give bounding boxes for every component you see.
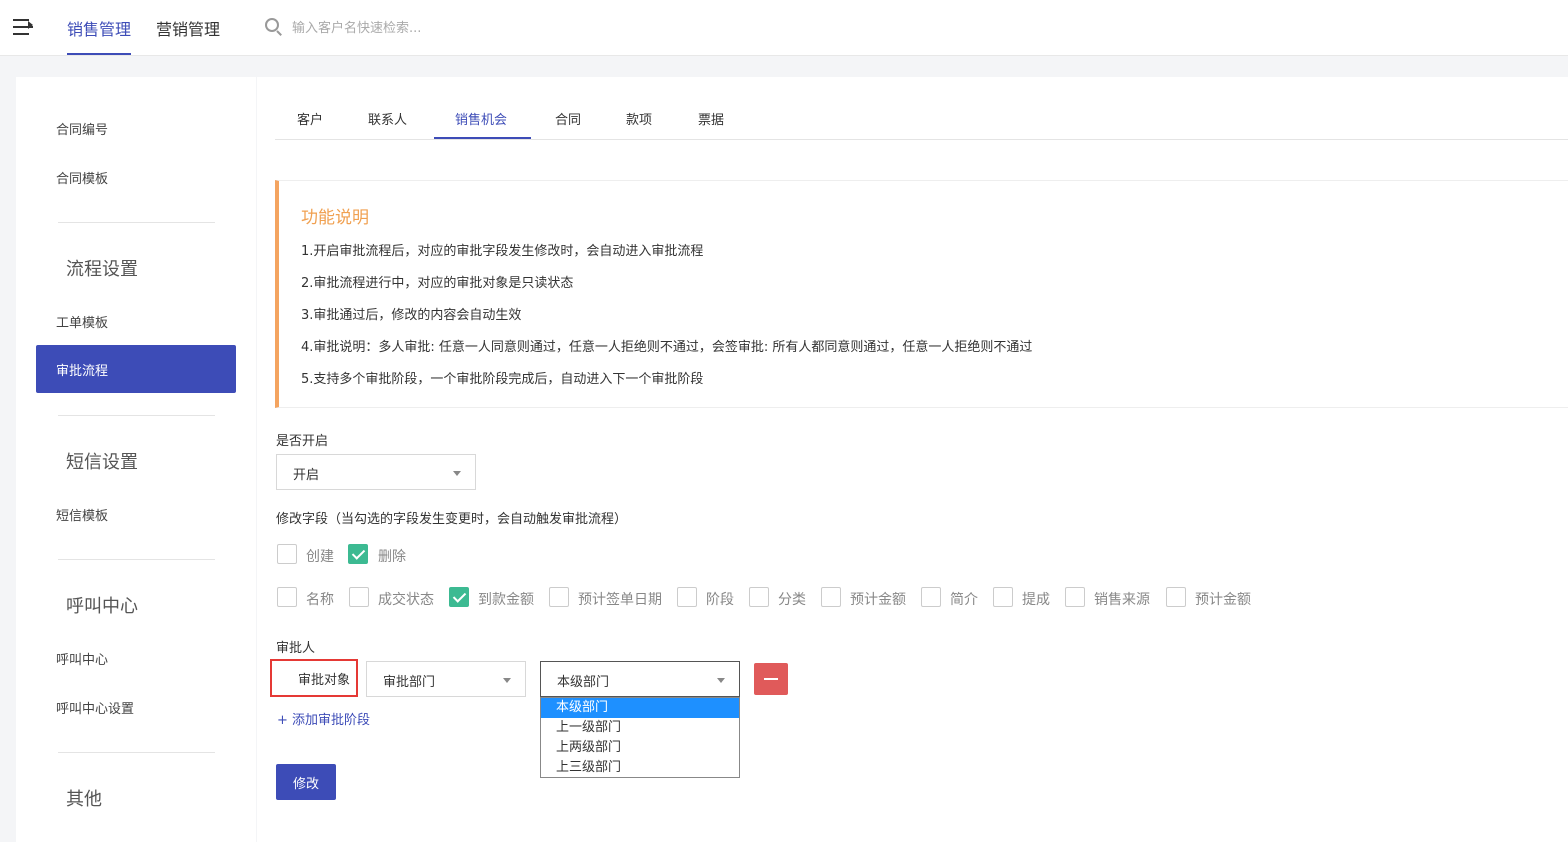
- checkbox-deal-status[interactable]: [349, 587, 369, 607]
- approval-target-field[interactable]: 审批对象: [270, 659, 358, 697]
- search-input[interactable]: [292, 17, 592, 39]
- sidebar-section-sms: 短信设置: [66, 452, 138, 473]
- sidebar-item-ticket-template[interactable]: 工单模板: [56, 312, 108, 331]
- sidebar-section-other: 其他: [66, 789, 102, 810]
- sidebar-item-contract-number[interactable]: 合同编号: [56, 119, 108, 138]
- checkbox-expected-amount-2[interactable]: [1166, 587, 1186, 607]
- tab-contact[interactable]: 联系人: [368, 109, 407, 128]
- notice-line: 2.审批流程进行中，对应的审批对象是只读状态: [301, 276, 574, 291]
- checkbox-label[interactable]: 到款金额: [478, 589, 534, 609]
- checkbox-stage[interactable]: [677, 587, 697, 607]
- caret-down-icon: [717, 678, 725, 683]
- sidebar-item-label: 审批流程: [56, 364, 109, 379]
- department-level-select[interactable]: 本级部门: [540, 661, 740, 697]
- enable-label: 是否开启: [276, 434, 329, 449]
- checkbox-name[interactable]: [277, 587, 297, 607]
- checkbox-create[interactable]: [277, 544, 297, 564]
- department-level-value: 本级部门: [557, 675, 610, 690]
- add-approval-stage-link[interactable]: + 添加审批阶段: [277, 709, 370, 728]
- notice-line: 1.开启审批流程后，对应的审批字段发生修改时，会自动进入审批流程: [301, 244, 704, 259]
- checkbox-label[interactable]: 名称: [306, 589, 334, 609]
- sidebar-divider: [58, 752, 215, 753]
- nav-tab-marketing[interactable]: 营销管理: [156, 16, 220, 40]
- checkbox-label[interactable]: 删除: [378, 546, 406, 566]
- sidebar-item-call-center[interactable]: 呼叫中心: [56, 649, 108, 668]
- enable-select-value: 开启: [293, 468, 320, 483]
- sidebar: 合同编号 合同模板 流程设置 工单模板 审批流程 短信设置 短信模板 呼叫中心 …: [16, 77, 256, 842]
- approval-type-value: 审批部门: [383, 675, 436, 690]
- department-level-dropdown: 本级部门 上一级部门 上两级部门 上三级部门: [540, 697, 740, 778]
- notice-line: 5.支持多个审批阶段，一个审批阶段完成后，自动进入下一个审批阶段: [301, 372, 704, 387]
- sidebar-item-call-center-settings[interactable]: 呼叫中心设置: [56, 698, 134, 717]
- sidebar-divider: [58, 222, 215, 223]
- tab-contract[interactable]: 合同: [555, 109, 581, 128]
- tab-customer[interactable]: 客户: [297, 109, 323, 128]
- search-icon: [265, 18, 283, 36]
- checkbox-label[interactable]: 简介: [950, 589, 978, 609]
- tab-payment[interactable]: 款项: [626, 109, 652, 128]
- checkbox-label[interactable]: 分类: [778, 589, 806, 609]
- checkbox-sales-source[interactable]: [1065, 587, 1085, 607]
- tab-sales-opportunity[interactable]: 销售机会: [455, 109, 507, 128]
- checkbox-label[interactable]: 销售来源: [1094, 589, 1150, 609]
- sidebar-divider: [58, 415, 215, 416]
- checkbox-label[interactable]: 预计金额: [850, 589, 906, 609]
- caret-down-icon: [453, 471, 461, 476]
- checkbox-label[interactable]: 预计金额: [1195, 589, 1251, 609]
- checkbox-label[interactable]: 创建: [306, 546, 334, 566]
- remove-stage-button[interactable]: [754, 663, 788, 695]
- submit-button[interactable]: 修改: [276, 764, 336, 800]
- fields-label: 修改字段（当勾选的字段发生变更时，会自动触发审批流程）: [276, 512, 628, 527]
- sidebar-section-call-center: 呼叫中心: [66, 596, 138, 617]
- checkbox-label[interactable]: 阶段: [706, 589, 734, 609]
- top-bar: 销售管理 营销管理: [0, 0, 1568, 56]
- checkbox-category[interactable]: [749, 587, 769, 607]
- enable-select[interactable]: 开启: [276, 454, 476, 490]
- active-tab-indicator: [434, 137, 531, 139]
- checkbox-commission[interactable]: [993, 587, 1013, 607]
- checkbox-expected-amount[interactable]: [821, 587, 841, 607]
- dropdown-option[interactable]: 上一级部门: [541, 718, 739, 738]
- nav-tab-sales[interactable]: 销售管理: [67, 16, 132, 55]
- checkbox-summary[interactable]: [921, 587, 941, 607]
- approval-type-select[interactable]: 审批部门: [366, 661, 526, 697]
- checkbox-label[interactable]: 预计签单日期: [578, 589, 662, 609]
- checkbox-received-amount[interactable]: [449, 587, 469, 607]
- notice-line: 3.审批通过后，修改的内容会自动生效: [301, 308, 522, 323]
- approval-target-label: 审批对象: [298, 673, 351, 688]
- checkbox-expected-sign-date[interactable]: [549, 587, 569, 607]
- notice-line: 4.审批说明：多人审批: 任意一人同意则通过，任意一人拒绝则不通过，会签审批: …: [301, 340, 1033, 355]
- dropdown-option[interactable]: 上两级部门: [541, 738, 739, 758]
- dropdown-option[interactable]: 上三级部门: [541, 758, 739, 778]
- checkbox-delete[interactable]: [348, 544, 368, 564]
- feature-notice: 功能说明 1.开启审批流程后，对应的审批字段发生修改时，会自动进入审批流程 2.…: [275, 180, 1568, 408]
- tab-invoice[interactable]: 票据: [698, 109, 724, 128]
- sidebar-item-sms-template[interactable]: 短信模板: [56, 505, 108, 524]
- notice-title: 功能说明: [301, 208, 369, 228]
- checkbox-label[interactable]: 成交状态: [378, 589, 434, 609]
- menu-toggle-icon[interactable]: [13, 17, 35, 37]
- sidebar-divider: [58, 559, 215, 560]
- dropdown-option[interactable]: 本级部门: [541, 698, 739, 718]
- caret-down-icon: [503, 678, 511, 683]
- checkbox-label[interactable]: 提成: [1022, 589, 1050, 609]
- sidebar-item-contract-template[interactable]: 合同模板: [56, 168, 108, 187]
- sidebar-item-approval-process[interactable]: 审批流程: [36, 345, 236, 393]
- main-content: 客户 联系人 销售机会 合同 款项 票据 功能说明 1.开启审批流程后，对应的审…: [257, 77, 1568, 842]
- tab-bar: 客户 联系人 销售机会 合同 款项 票据: [275, 77, 1568, 140]
- approver-label: 审批人: [276, 641, 316, 656]
- sidebar-section-process: 流程设置: [66, 259, 138, 280]
